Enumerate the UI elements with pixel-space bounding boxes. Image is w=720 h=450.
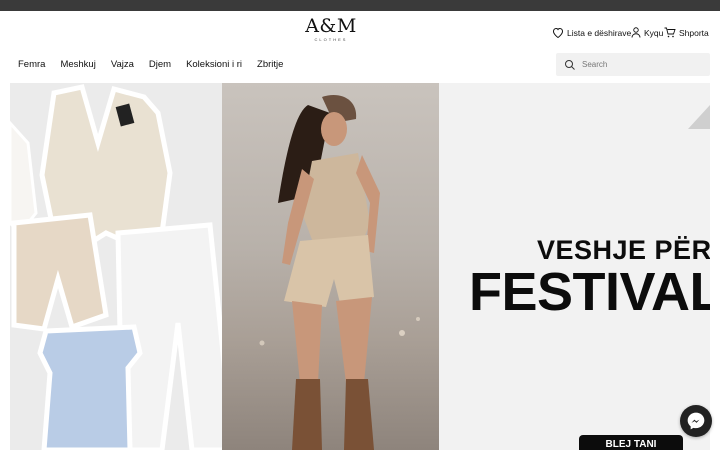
messenger-chat-button[interactable] <box>680 405 712 437</box>
nav-item-femra[interactable]: Femra <box>18 59 45 70</box>
cart-icon <box>664 27 676 38</box>
model-illustration <box>259 95 420 450</box>
model-photo <box>222 83 439 450</box>
logo[interactable]: A&M CLOTHES <box>300 15 362 42</box>
nav-item-koleksioni-i-ri[interactable]: Koleksioni i ri <box>186 59 242 70</box>
search-bar[interactable] <box>556 53 710 76</box>
hero-headline-line2: FESTIVAL <box>469 262 710 322</box>
cart-label: Shporta <box>679 27 709 38</box>
messenger-icon <box>687 412 705 430</box>
main-nav: Femra Meshkuj Vajza Djem Koleksioni i ri… <box>18 59 298 70</box>
user-icon <box>631 27 641 38</box>
top-bar <box>0 0 720 11</box>
search-icon[interactable] <box>564 59 576 71</box>
nav-item-meshkuj[interactable]: Meshkuj <box>60 59 95 70</box>
login-label: Kyqu <box>644 27 664 38</box>
nav-item-zbritje[interactable]: Zbritje <box>257 59 283 70</box>
shop-now-button[interactable]: BLEJ TANI <box>579 435 683 450</box>
nav-item-vajza[interactable]: Vajza <box>111 59 134 70</box>
search-input[interactable] <box>582 60 702 69</box>
site-header: A&M CLOTHES Lista e dëshirave Kyqu Shpor… <box>0 11 720 83</box>
hero-banner[interactable]: VESHJE PËR FESTIVAL BLEJ TANI <box>10 83 710 450</box>
cart-link[interactable]: Shporta <box>664 27 709 38</box>
heart-icon <box>552 27 564 38</box>
wishlist-link[interactable]: Lista e dëshirave <box>552 27 631 38</box>
collage-illustration <box>10 83 235 450</box>
product-collage-image <box>10 83 235 450</box>
nav-item-djem[interactable]: Djem <box>149 59 171 70</box>
login-link[interactable]: Kyqu <box>631 27 663 38</box>
logo-text: A&M <box>305 15 357 37</box>
logo-tagline: CLOTHES <box>314 37 348 42</box>
wishlist-label: Lista e dëshirave <box>567 27 632 38</box>
hero-text-panel: VESHJE PËR FESTIVAL BLEJ TANI <box>439 83 710 450</box>
